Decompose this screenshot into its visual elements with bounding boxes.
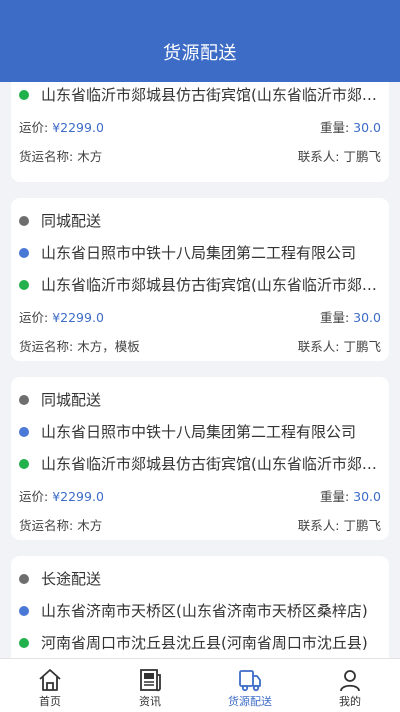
weight-value: 30.0	[353, 120, 381, 135]
tab-mine[interactable]: 我的	[300, 659, 400, 712]
cargo-card[interactable]: 长途配送 山东省济南市天桥区(山东省济南市天桥区桑梓店) 河南省周口市沈丘县沈丘…	[11, 556, 389, 658]
goods-label: 货运名称:	[19, 339, 74, 354]
delivery-type: 长途配送	[41, 570, 102, 588]
weight-label: 重量:	[319, 489, 350, 504]
tab-news-label: 资讯	[139, 695, 161, 708]
weight-value: 30.0	[353, 310, 381, 325]
contact-value: 丁鹏飞	[343, 339, 381, 354]
weight-value: 30.0	[353, 489, 381, 504]
freight-label: 运价:	[19, 120, 49, 135]
freight-value: ¥2299.0	[52, 310, 104, 325]
contact-label: 联系人:	[297, 149, 340, 164]
news-icon	[140, 669, 161, 692]
origin-address: 山东省日照市中铁十八局集团第二工程有限公司	[41, 423, 357, 441]
tab-home[interactable]: 首页	[0, 659, 100, 712]
cargo-card[interactable]: 同城配送 山东省日照市中铁十八局集团第二工程有限公司 山东省临沂市郯城县仿古街宾…	[11, 377, 389, 540]
delivery-type: 同城配送	[41, 391, 102, 409]
destination-address: 河南省周口市沈丘县沈丘县(河南省周口市沈丘县)	[41, 634, 368, 652]
type-dot-icon	[19, 394, 29, 405]
contact-value: 丁鹏飞	[343, 149, 381, 164]
destination-row: 山东省临沂市郯城县仿古街宾馆(山东省临沂市郯城县仿古街宾馆)	[19, 274, 381, 295]
tab-cargo-delivery[interactable]: 货源配送	[200, 659, 300, 712]
destination-address: 山东省临沂市郯城县仿古街宾馆(山东省临沂市郯城县仿古街宾馆)	[41, 455, 381, 473]
cargo-card[interactable]: 山东省临沂市郯城县仿古街宾馆(山东省临沂市郯城县仿古街宾馆) 运价: ¥2299…	[11, 82, 389, 182]
tab-cargo-delivery-label: 货源配送	[228, 695, 272, 708]
type-dot-icon	[19, 573, 29, 584]
goods-value: 木方	[77, 149, 103, 164]
bottom-tab-bar: 首页 资讯 货源配送 我的	[0, 658, 400, 712]
price-weight-row: 运价: ¥2299.0 重量: 30.0	[19, 307, 381, 326]
tab-home-label: 首页	[39, 695, 61, 708]
freight-value: ¥2299.0	[52, 489, 104, 504]
goods-value: 木方	[77, 518, 103, 533]
destination-row: 山东省临沂市郯城县仿古街宾馆(山东省临沂市郯城县仿古街宾馆)	[19, 453, 381, 474]
goods-contact-row: 货运名称: 木方 联系人: 丁鹏飞	[19, 515, 381, 534]
tab-mine-label: 我的	[339, 695, 361, 708]
goods-label: 货运名称:	[19, 149, 74, 164]
goods-label: 货运名称:	[19, 518, 74, 533]
destination-dot-icon	[19, 458, 29, 469]
freight-label: 运价:	[19, 310, 49, 325]
destination-dot-icon	[19, 279, 29, 290]
contact-label: 联系人:	[297, 518, 340, 533]
app-header: 货源配送	[0, 0, 400, 82]
destination-row: 河南省周口市沈丘县沈丘县(河南省周口市沈丘县)	[19, 632, 381, 653]
origin-row: 山东省济南市天桥区(山东省济南市天桥区桑梓店)	[19, 600, 381, 621]
freight-label: 运价:	[19, 489, 49, 504]
contact-label: 联系人:	[297, 339, 340, 354]
goods-contact-row: 货运名称: 木方，模板 联系人: 丁鹏飞	[19, 336, 381, 355]
truck-icon	[239, 670, 261, 692]
user-icon	[340, 670, 360, 692]
delivery-type-row: 长途配送	[19, 568, 381, 589]
price-weight-row: 运价: ¥2299.0 重量: 30.0	[19, 117, 381, 136]
price-weight-row: 运价: ¥2299.0 重量: 30.0	[19, 486, 381, 505]
cargo-card[interactable]: 同城配送 山东省日照市中铁十八局集团第二工程有限公司 山东省临沂市郯城县仿古街宾…	[11, 198, 389, 361]
page-title: 货源配送	[163, 43, 237, 64]
tab-news[interactable]: 资讯	[100, 659, 200, 712]
destination-address: 山东省临沂市郯城县仿古街宾馆(山东省临沂市郯城县仿古街宾馆)	[41, 276, 381, 294]
weight-label: 重量:	[319, 310, 350, 325]
origin-dot-icon	[19, 247, 29, 258]
goods-contact-row: 货运名称: 木方 联系人: 丁鹏飞	[19, 146, 381, 165]
freight-value: ¥2299.0	[52, 120, 104, 135]
weight-label: 重量:	[319, 120, 350, 135]
delivery-type-row: 同城配送	[19, 210, 381, 231]
home-icon	[39, 669, 61, 691]
delivery-type: 同城配送	[41, 212, 102, 230]
destination-dot-icon	[19, 89, 29, 100]
origin-dot-icon	[19, 605, 29, 616]
cargo-list[interactable]: 山东省临沂市郯城县仿古街宾馆(山东省临沂市郯城县仿古街宾馆) 运价: ¥2299…	[0, 82, 400, 658]
origin-row: 山东省日照市中铁十八局集团第二工程有限公司	[19, 242, 381, 263]
origin-dot-icon	[19, 426, 29, 437]
destination-dot-icon	[19, 637, 29, 648]
origin-address: 山东省日照市中铁十八局集团第二工程有限公司	[41, 244, 357, 262]
origin-row: 山东省日照市中铁十八局集团第二工程有限公司	[19, 421, 381, 442]
destination-address: 山东省临沂市郯城县仿古街宾馆(山东省临沂市郯城县仿古街宾馆)	[41, 86, 381, 104]
delivery-type-row: 同城配送	[19, 389, 381, 410]
type-dot-icon	[19, 215, 29, 226]
origin-address: 山东省济南市天桥区(山东省济南市天桥区桑梓店)	[41, 602, 368, 620]
destination-row: 山东省临沂市郯城县仿古街宾馆(山东省临沂市郯城县仿古街宾馆)	[19, 84, 381, 105]
goods-value: 木方，模板	[77, 339, 140, 354]
contact-value: 丁鹏飞	[343, 518, 381, 533]
